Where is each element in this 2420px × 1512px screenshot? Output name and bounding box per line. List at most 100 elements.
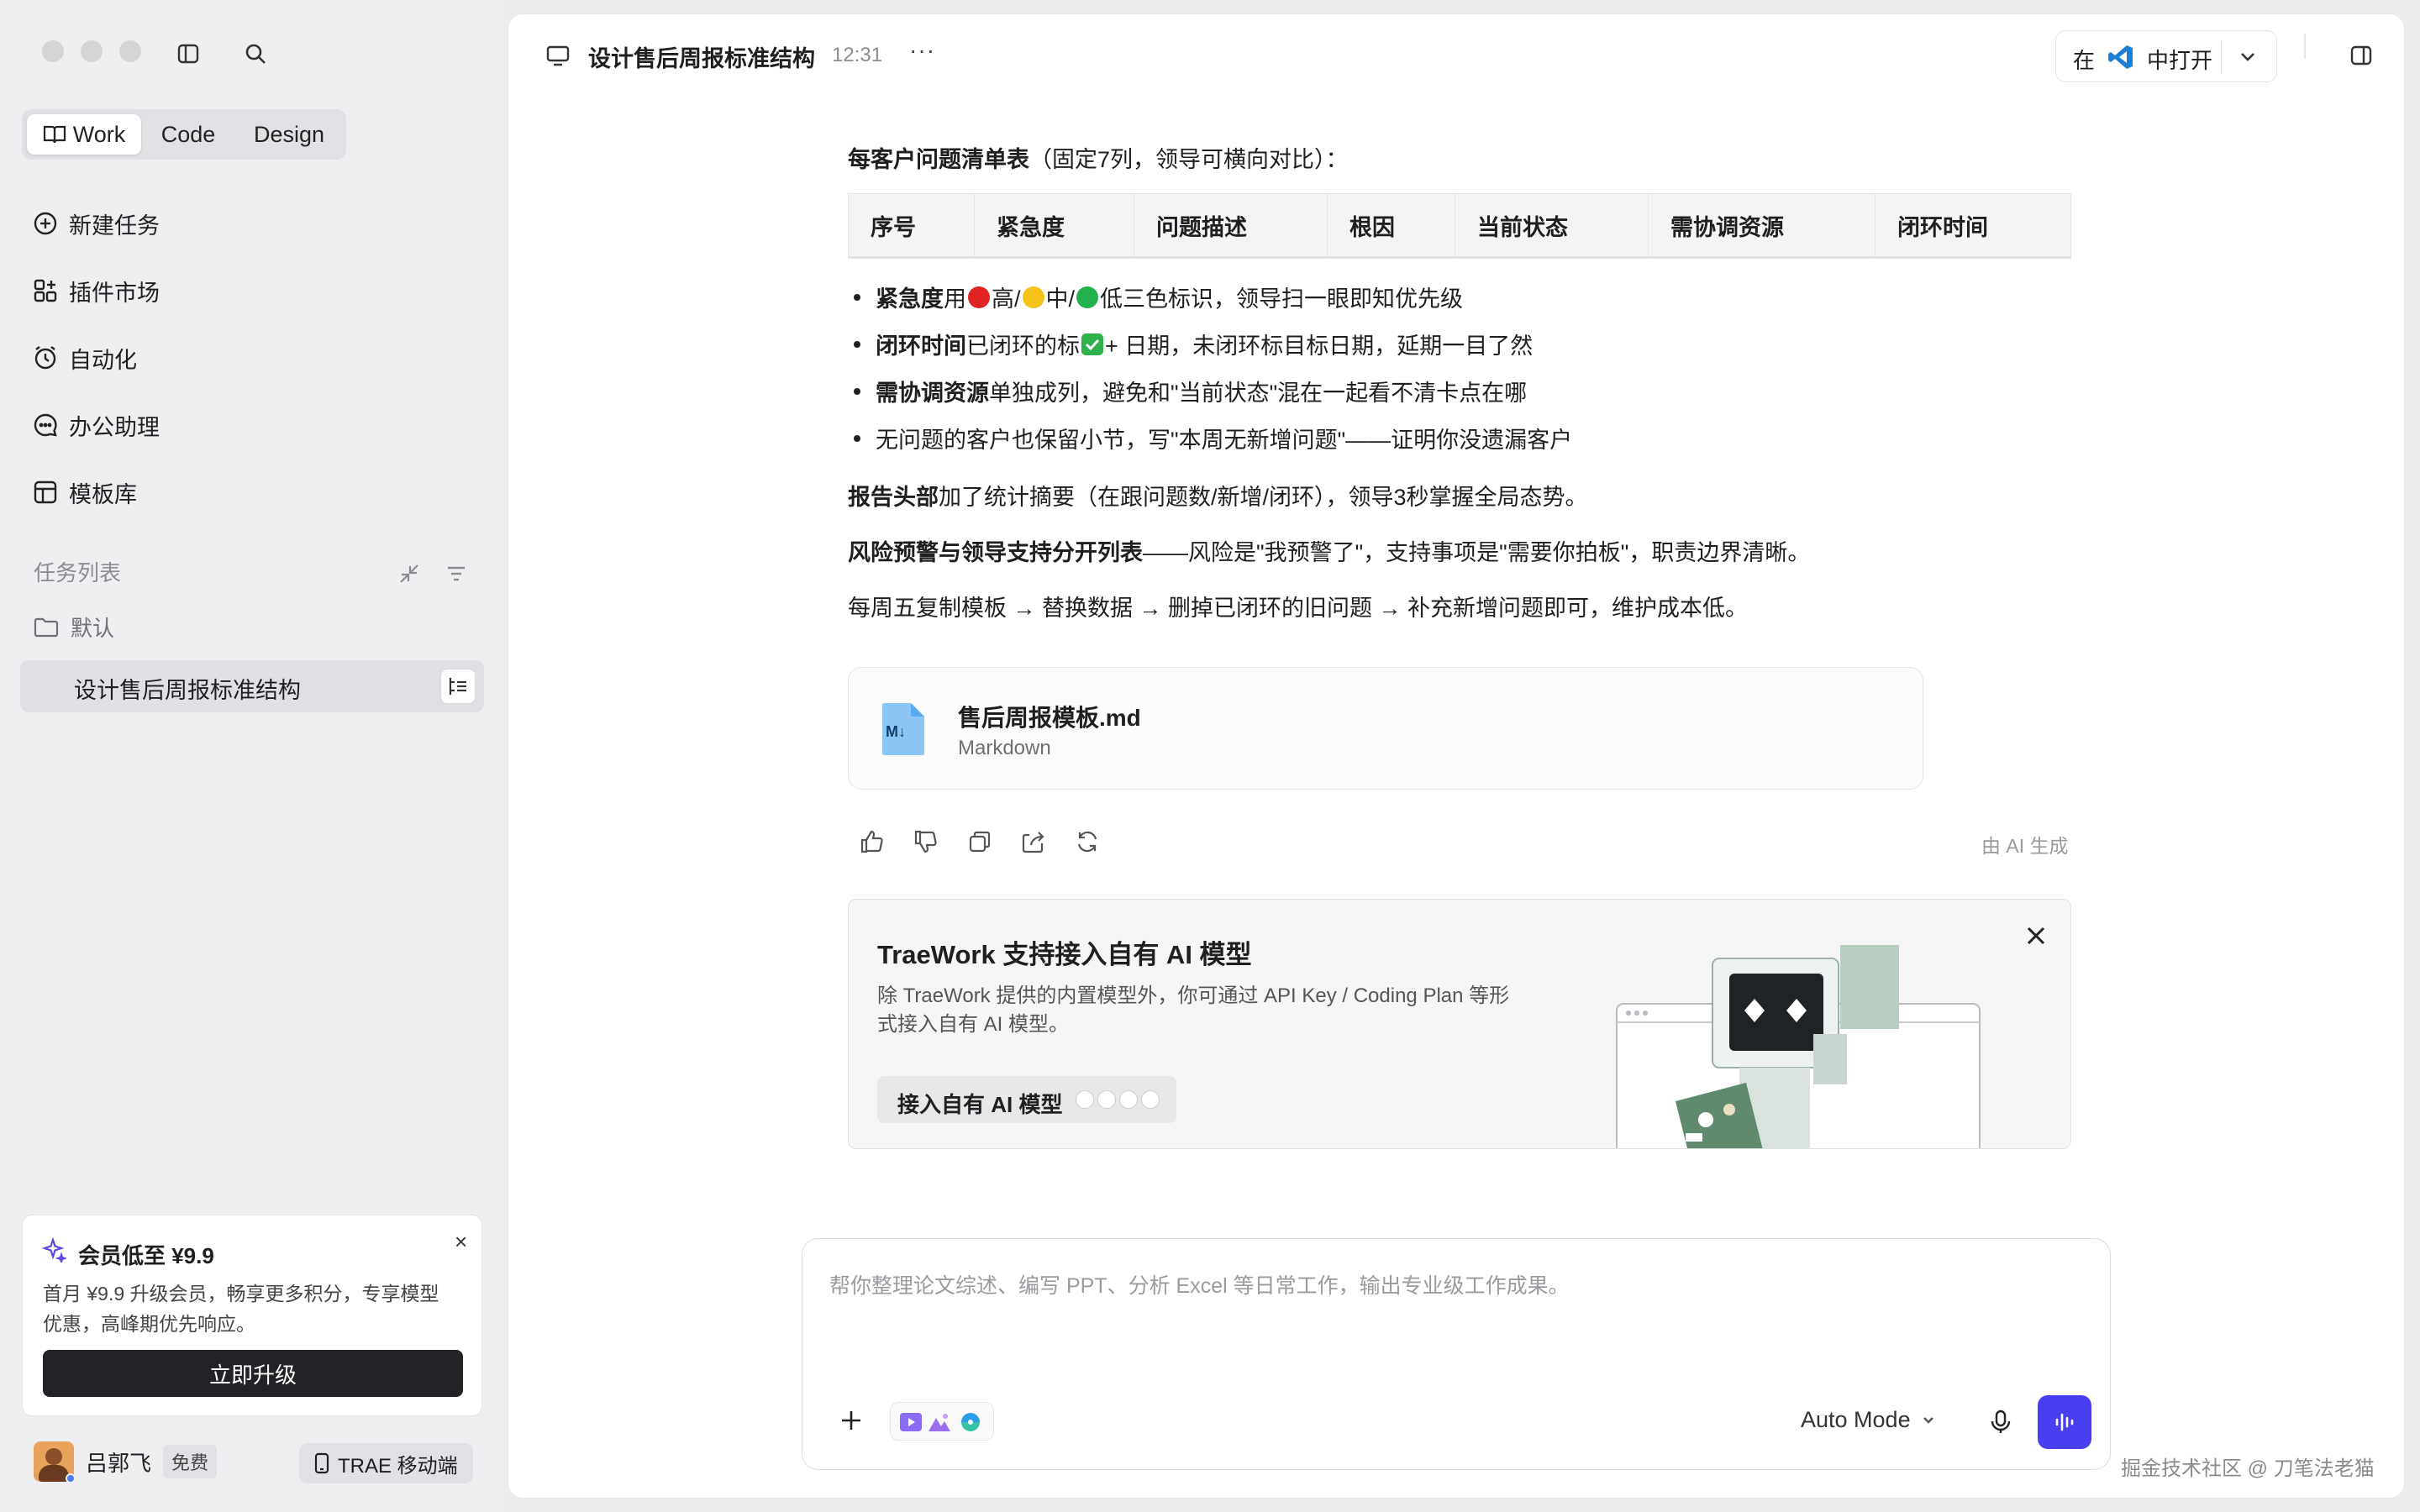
window-zoom-button[interactable] <box>119 40 141 62</box>
table-header-cell: 序号 <box>848 193 975 259</box>
yellow-circle-icon <box>1022 286 1044 308</box>
markdown-icon-text: M↓ <box>886 723 906 740</box>
robot-illustration <box>1616 945 1981 1148</box>
check-mark-icon <box>1081 333 1103 355</box>
mode-code-label: Code <box>160 121 216 147</box>
add-attachment-icon[interactable] <box>834 1404 868 1437</box>
intro-bold: 每客户问题清单表 <box>848 147 1029 172</box>
vscode-icon <box>2108 45 2133 69</box>
file-attachment-card[interactable]: M↓ 售后周报模板.md Markdown <box>848 667 1923 790</box>
issue-table: 序号 紧急度 问题描述 根因 当前状态 需协调资源 闭环时间 <box>848 193 2071 259</box>
sparkle-icon <box>41 1237 66 1263</box>
table-header-cell: 紧急度 <box>974 193 1134 259</box>
bullet-bold: 紧急度 <box>876 286 944 312</box>
nav-office-assistant-label: 办公助理 <box>69 414 160 440</box>
chevron-down-icon <box>2241 53 2254 61</box>
nav-template-library-label: 模板库 <box>69 481 137 507</box>
timestamp: 12:31 <box>832 44 883 66</box>
bullet-text: 用 <box>944 286 966 312</box>
para2-bold: 风险预警与领导支持分开列表 <box>848 540 1143 565</box>
task-item-label: 设计售后周报标准结构 <box>74 678 301 703</box>
banner-line-1: 除 TraeWork 提供的内置模型外，你可通过 API Key / Codin… <box>877 984 1510 1007</box>
voice-send-button[interactable] <box>2038 1395 2091 1449</box>
promo-line-2: 优惠，高峰期优先响应。 <box>43 1313 255 1335</box>
plugins-icon <box>34 279 57 302</box>
folder-icon <box>34 617 59 637</box>
bullet-text: + 日期，未闭环标目标日期，延期一目了然 <box>1105 333 1534 359</box>
plus-circle-icon <box>34 212 57 235</box>
copy-icon[interactable] <box>965 827 995 857</box>
waveform-icon <box>2055 1413 2074 1431</box>
table-header-row: 序号 紧急度 问题描述 根因 当前状态 需协调资源 闭环时间 <box>848 193 2071 259</box>
folder-default-label: 默认 <box>71 616 115 641</box>
chat-composer: 帮你整理论文综述、编写 PPT、分析 Excel 等日常工作，输出专业级工作成果… <box>802 1238 2111 1470</box>
window-close-button[interactable] <box>42 40 64 62</box>
composer-input[interactable]: 帮你整理论文综述、编写 PPT、分析 Excel 等日常工作，输出专业级工作成果… <box>829 1269 1570 1299</box>
microphone-icon[interactable] <box>1984 1405 2018 1439</box>
para1-rest: 加了统计摘要（在跟问题数/新增/闭环），领导3秒掌握全局态势。 <box>939 485 1588 510</box>
mode-selector[interactable]: Auto Mode <box>1801 1407 1936 1433</box>
banner-close-icon[interactable] <box>2022 921 2050 950</box>
regenerate-icon[interactable] <box>1072 827 1102 857</box>
window-minimize-button[interactable] <box>81 40 103 62</box>
byo-model-banner: TraeWork 支持接入自有 AI 模型 除 TraeWork 提供的内置模型… <box>848 899 2071 1149</box>
nav-template-library[interactable]: 模板库 <box>32 472 137 512</box>
mobile-app-button[interactable]: TRAE 移动端 <box>299 1443 473 1483</box>
bullet-text: 低三色标识，领导扫一眼即知优先级 <box>1100 286 1464 312</box>
intro-rest: （固定7列，领导可横向对比）： <box>1029 147 1349 172</box>
green-circle-icon <box>1076 286 1099 308</box>
filter-icon[interactable] <box>444 561 469 586</box>
more-options-button[interactable]: ··· <box>909 37 935 64</box>
open-in-prefix: 在 <box>2073 48 2096 73</box>
membership-promo-card: 会员低至 ¥9.9 × 首月 ¥9.9 升级会员，畅享更多积分，专享模型 优惠，… <box>22 1215 482 1416</box>
list-item: 无问题的客户也保留小节，写"本周无新增问题"——证明你没遗漏客户 <box>854 422 1572 454</box>
model-logo-icon <box>1097 1090 1116 1109</box>
folder-default[interactable]: 默认 <box>34 612 114 643</box>
mode-code-tab[interactable]: Code <box>148 114 229 155</box>
nav-plugin-market-label: 插件市场 <box>69 280 160 306</box>
promo-close-icon[interactable]: × <box>455 1229 467 1255</box>
banner-title: TraeWork 支持接入自有 AI 模型 <box>877 940 1252 969</box>
mode-design-label: Design <box>253 121 325 147</box>
user-name: 吕郭飞 <box>86 1450 152 1476</box>
list-item: 紧急度用高/中/低三色标识，领导扫一眼即知优先级 <box>854 281 1463 313</box>
skills-group[interactable] <box>890 1402 994 1441</box>
summary-paragraph-3: 每周五复制模板 → 替换数据 → 删掉已闭环的旧问题 → 补充新增问题即可，维护… <box>848 596 1749 621</box>
thumbs-down-icon[interactable] <box>911 827 941 857</box>
red-circle-icon <box>968 286 990 308</box>
upgrade-button[interactable]: 立即升级 <box>43 1350 463 1397</box>
list-item: 闭环时间 已闭环的标 + 日期，未闭环标目标日期，延期一目了然 <box>854 328 1533 360</box>
chat-bubble-icon <box>34 413 57 437</box>
task-item-active[interactable]: 设计售后周报标准结构 <box>20 660 484 712</box>
nav-plugin-market[interactable]: 插件市场 <box>32 270 160 311</box>
share-icon[interactable] <box>1018 827 1049 857</box>
brand-swirl-icon <box>961 1413 980 1431</box>
intro-paragraph: 每客户问题清单表（固定7列，领导可横向对比）： <box>848 141 1349 174</box>
table-header-cell: 问题描述 <box>1134 193 1328 259</box>
bullet-text: 无问题的客户也保留小节，写"本周无新增问题"——证明你没遗漏客户 <box>876 428 1573 453</box>
panel-toggle-icon[interactable] <box>2348 42 2375 69</box>
watermark: 掘金技术社区 @ 刀笔法老猫 <box>2121 1457 2375 1480</box>
open-in-editor-button[interactable]: 在 中打开 <box>2055 30 2277 82</box>
table-header-cell: 需协调资源 <box>1648 193 1876 259</box>
nav-new-task-label: 新建任务 <box>69 213 160 239</box>
plan-badge: 免费 <box>163 1445 218 1478</box>
nav-new-task[interactable]: 新建任务 <box>32 203 160 244</box>
mode-work-label: Work <box>72 121 126 147</box>
task-tree-icon[interactable] <box>440 669 476 704</box>
search-icon[interactable] <box>242 40 269 67</box>
mode-work-tab[interactable]: Work <box>27 114 141 155</box>
mode-design-tab[interactable]: Design <box>239 114 339 155</box>
nav-automation[interactable]: 自动化 <box>32 338 137 378</box>
thumbs-up-icon[interactable] <box>857 827 887 857</box>
page-title: 设计售后周报标准结构 <box>588 46 815 71</box>
user-profile[interactable]: 吕郭飞 免费 <box>34 1441 218 1483</box>
sidebar-toggle-icon[interactable] <box>175 40 202 67</box>
banner-line-2: 式接入自有 AI 模型。 <box>877 1013 1070 1036</box>
nav-office-assistant[interactable]: 办公助理 <box>32 405 160 445</box>
para2-rest: ——风险是"我预警了"，支持事项是"需要你拍板"，职责边界清晰。 <box>1143 540 1811 565</box>
collapse-icon[interactable] <box>397 561 422 586</box>
connect-model-button[interactable]: 接入自有 AI 模型 <box>877 1076 1176 1123</box>
nav-automation-label: 自动化 <box>69 347 137 373</box>
para1-bold: 报告头部 <box>848 485 939 510</box>
